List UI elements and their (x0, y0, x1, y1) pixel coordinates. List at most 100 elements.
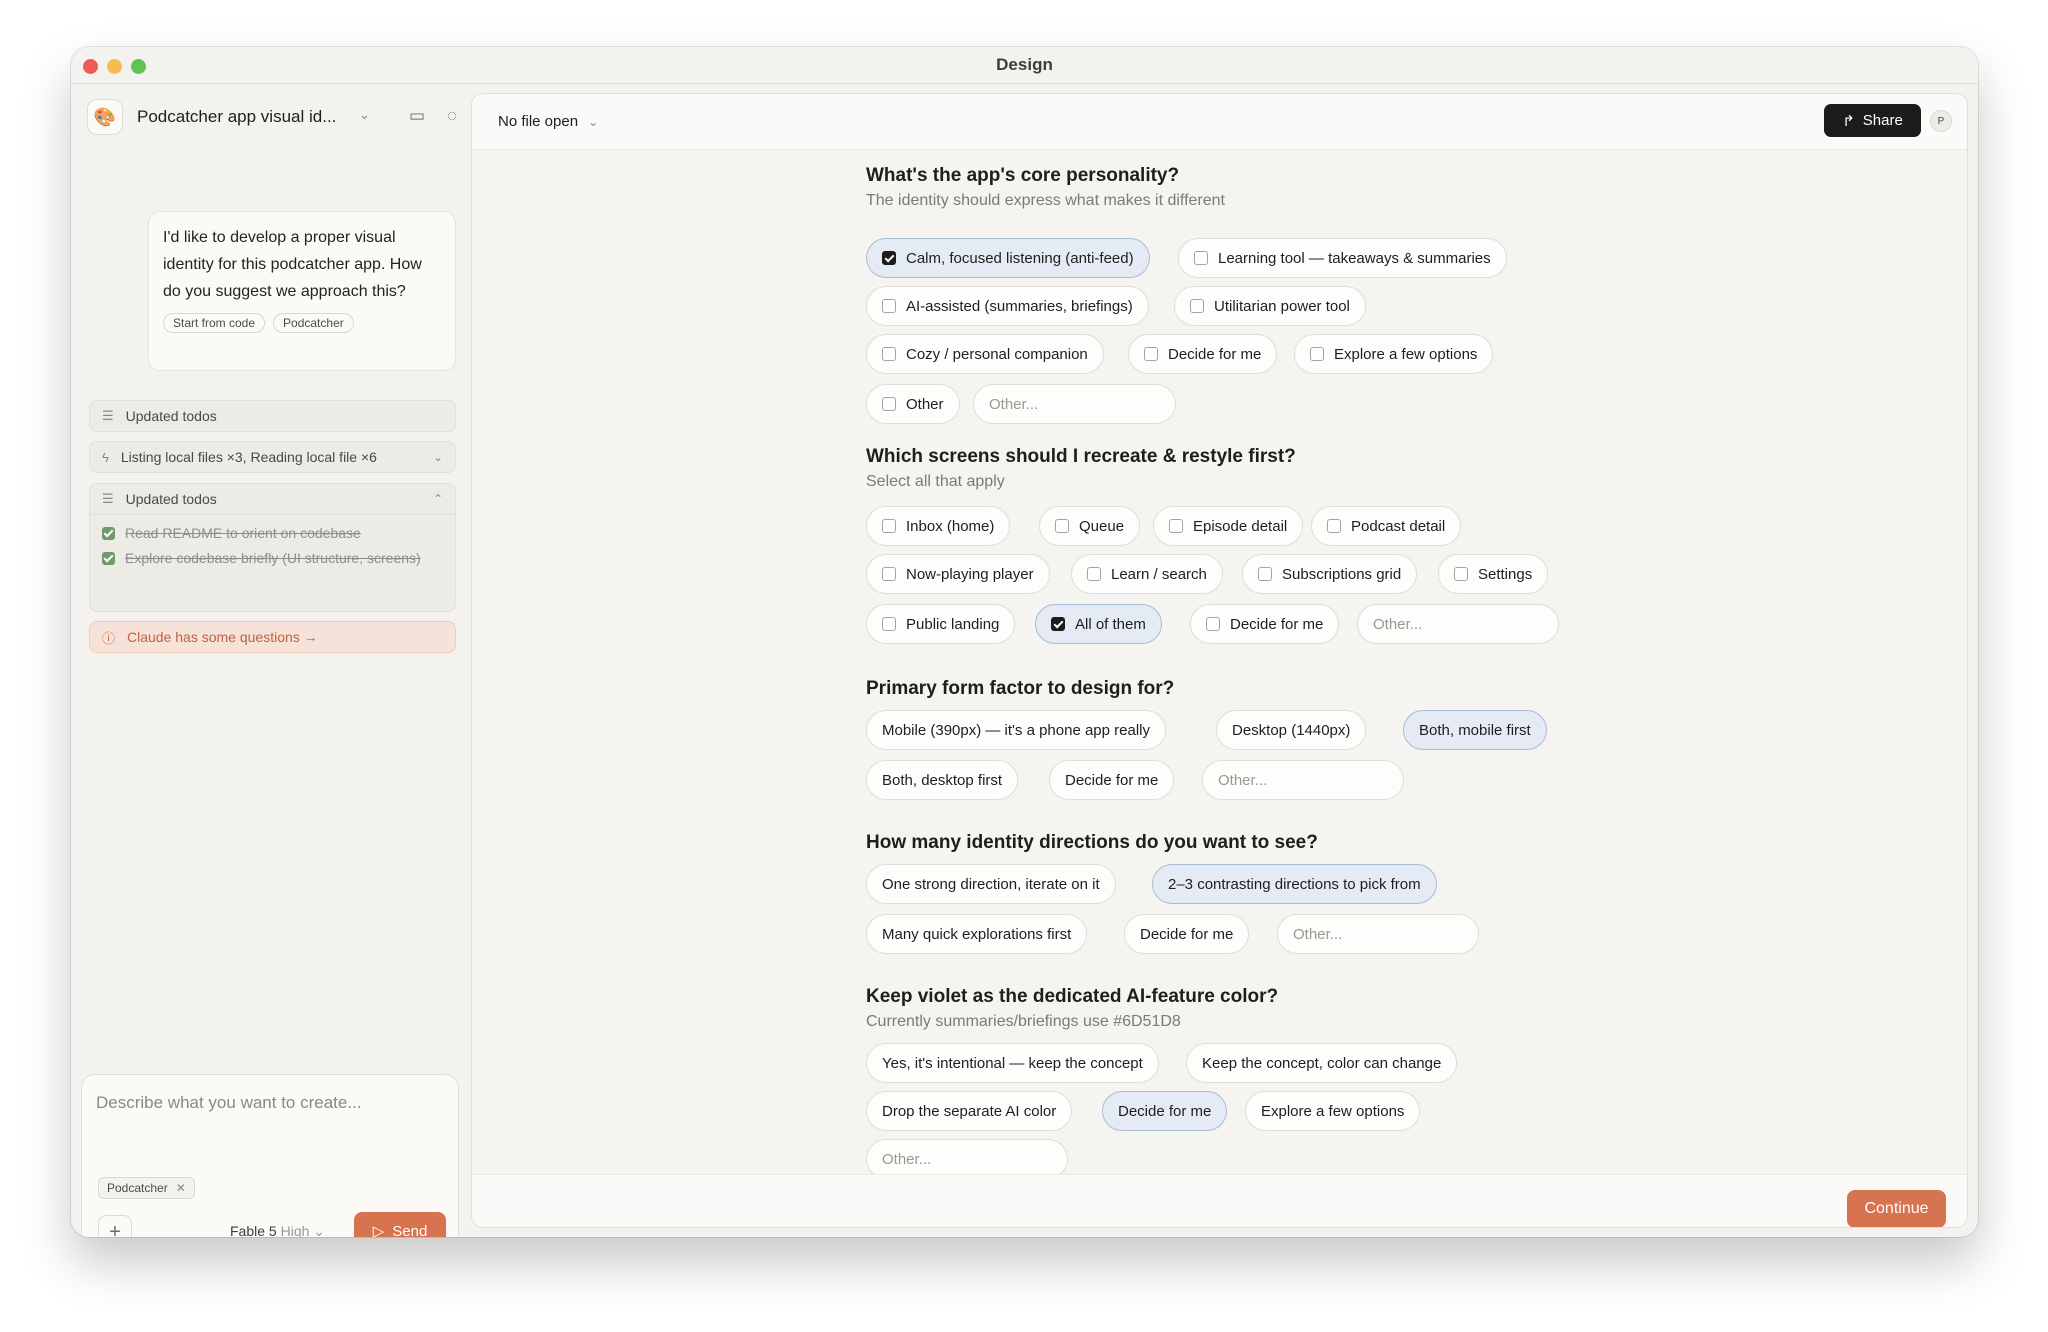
model-selector[interactable]: Fable 5 High ⌄ (230, 1223, 325, 1237)
option-queue[interactable]: Queue (1039, 506, 1141, 546)
todo-label: Read README to orient on codebase (125, 525, 361, 541)
other-input[interactable] (973, 384, 1176, 424)
close-icon[interactable]: ✕ (176, 1181, 186, 1195)
activity-updated-todos[interactable]: ☰ Updated todos (89, 400, 456, 432)
option-decide-for-me[interactable]: Decide for me (1190, 604, 1340, 644)
option-label: AI-assisted (summaries, briefings) (906, 297, 1133, 315)
option-desktop[interactable]: Desktop (1440px) (1216, 710, 1367, 750)
project-name[interactable]: Podcatcher app visual id... (137, 107, 336, 127)
option-settings[interactable]: Settings (1438, 554, 1549, 594)
questions-banner[interactable]: ⓘ Claude has some questions → (89, 621, 456, 653)
checkbox-icon (882, 519, 896, 533)
question-title: What's the app's core personality? (866, 165, 1180, 186)
share-button[interactable]: ↱ Share (1824, 104, 1921, 137)
option-label: Learn / search (1111, 565, 1207, 583)
question-title: Primary form factor to design for? (866, 678, 1175, 699)
close-window-button[interactable] (83, 59, 98, 74)
model-effort: High (280, 1223, 310, 1237)
option-public-landing[interactable]: Public landing (866, 604, 1016, 644)
option-decide-for-me[interactable]: Decide for me (1124, 914, 1250, 954)
question-circle-icon: ⓘ (102, 630, 116, 646)
option-label: 2–3 contrasting directions to pick from (1168, 875, 1421, 893)
option-label: All of them (1075, 615, 1146, 633)
option-two-three-directions[interactable]: 2–3 contrasting directions to pick from (1152, 864, 1437, 904)
new-chat-icon[interactable]: ◌ (447, 106, 457, 126)
option-explore[interactable]: Explore a few options (1245, 1091, 1421, 1131)
option-label: Decide for me (1168, 345, 1262, 363)
option-decide-for-me[interactable]: Decide for me (1049, 760, 1175, 800)
option-episode-detail[interactable]: Episode detail (1153, 506, 1304, 546)
option-both-desktop-first[interactable]: Both, desktop first (866, 760, 1019, 800)
main-panel: No file open ⌄ ↱ Share P What's the app'… (471, 93, 1968, 1228)
option-learn-search[interactable]: Learn / search (1071, 554, 1223, 594)
question-subtitle: Currently summaries/briefings use #6D51D… (866, 1013, 1181, 1030)
option-inbox[interactable]: Inbox (home) (866, 506, 1011, 546)
option-utilitarian[interactable]: Utilitarian power tool (1174, 286, 1366, 326)
send-label: Send (392, 1222, 428, 1238)
option-cozy[interactable]: Cozy / personal companion (866, 334, 1104, 374)
other-input[interactable] (1277, 914, 1479, 954)
option-subscriptions[interactable]: Subscriptions grid (1242, 554, 1418, 594)
option-label: Both, mobile first (1419, 721, 1531, 739)
question-directions: How many identity directions do you want… (866, 832, 1318, 854)
checkbox-icon (882, 567, 896, 581)
option-explore[interactable]: Explore a few options (1294, 334, 1494, 374)
other-input[interactable] (1357, 604, 1559, 644)
option-decide-for-me[interactable]: Decide for me (1102, 1091, 1228, 1131)
option-all-of-them[interactable]: All of them (1035, 604, 1162, 644)
option-many-explorations[interactable]: Many quick explorations first (866, 914, 1088, 954)
option-drop-ai-color[interactable]: Drop the separate AI color (866, 1091, 1073, 1131)
chevron-up-icon: ⌃ (432, 492, 443, 506)
question-form-factor: Primary form factor to design for? (866, 678, 1174, 700)
todo-item: Explore codebase briefly (UI structure, … (102, 550, 443, 566)
app-window: Design 🎨 Podcatcher app visual id... ⌄ ▭… (71, 47, 1978, 1237)
option-podcast-detail[interactable]: Podcast detail (1311, 506, 1462, 546)
send-button[interactable]: ▷ Send (354, 1212, 446, 1237)
option-label: Drop the separate AI color (882, 1102, 1057, 1120)
option-calm-focused[interactable]: Calm, focused listening (anti-feed) (866, 238, 1150, 278)
option-keep-concept[interactable]: Yes, it's intentional — keep the concept (866, 1043, 1159, 1083)
file-selector[interactable]: No file open (498, 113, 578, 130)
list-icon: ☰ (102, 408, 114, 423)
avatar[interactable]: P (1930, 110, 1952, 132)
context-chip[interactable]: Podcatcher ✕ (98, 1177, 195, 1199)
option-ai-assisted[interactable]: AI-assisted (summaries, briefings) (866, 286, 1149, 326)
option-now-playing[interactable]: Now-playing player (866, 554, 1050, 594)
message-chips: Start from code Podcatcher (163, 313, 441, 333)
minimize-window-button[interactable] (107, 59, 122, 74)
chevron-down-icon[interactable]: ⌄ (588, 115, 598, 129)
questions-form[interactable]: What's the app's core personality? The i… (472, 150, 1967, 1174)
option-label: Many quick explorations first (882, 925, 1072, 943)
prompt-input[interactable] (96, 1093, 446, 1113)
other-input[interactable] (1202, 760, 1404, 800)
option-label: Both, desktop first (882, 771, 1003, 789)
checkbox-checked-icon (102, 552, 115, 565)
activity-file-reads[interactable]: ϟ Listing local files ×3, Reading local … (89, 441, 456, 473)
checkbox-checked-icon (882, 251, 896, 265)
continue-button[interactable]: Continue (1847, 1190, 1946, 1227)
checkbox-icon (882, 617, 896, 631)
option-both-mobile-first[interactable]: Both, mobile first (1403, 710, 1547, 750)
message-chip: Start from code (163, 313, 266, 333)
window-title: Design (996, 55, 1053, 74)
chevron-down-icon[interactable]: ⌄ (359, 107, 370, 123)
question-title: Which screens should I recreate & restyl… (866, 446, 1296, 467)
option-mobile[interactable]: Mobile (390px) — it's a phone app really (866, 710, 1167, 750)
option-other[interactable]: Other (866, 384, 960, 424)
option-label: Explore a few options (1261, 1102, 1405, 1120)
activity-updated-todos-expanded[interactable]: ☰ Updated todos ⌃ (89, 483, 456, 515)
sidebar-toggle-icon[interactable]: ▭ (409, 106, 425, 126)
context-chip-label: Podcatcher (107, 1181, 168, 1195)
option-one-direction[interactable]: One strong direction, iterate on it (866, 864, 1116, 904)
option-color-can-change[interactable]: Keep the concept, color can change (1186, 1043, 1458, 1083)
option-decide-for-me[interactable]: Decide for me (1128, 334, 1278, 374)
option-learning-tool[interactable]: Learning tool — takeaways & summaries (1178, 238, 1507, 278)
option-label: One strong direction, iterate on it (882, 875, 1100, 893)
zoom-window-button[interactable] (131, 59, 146, 74)
checkbox-icon (1169, 519, 1183, 533)
option-label: Decide for me (1118, 1102, 1212, 1120)
other-input[interactable] (866, 1139, 1068, 1174)
user-message-text: I'd like to develop a proper visual iden… (163, 229, 422, 300)
sidebar: 🎨 Podcatcher app visual id... ⌄ ▭ ◌ I'd … (71, 84, 471, 1237)
add-attachment-button[interactable]: + (98, 1215, 132, 1237)
